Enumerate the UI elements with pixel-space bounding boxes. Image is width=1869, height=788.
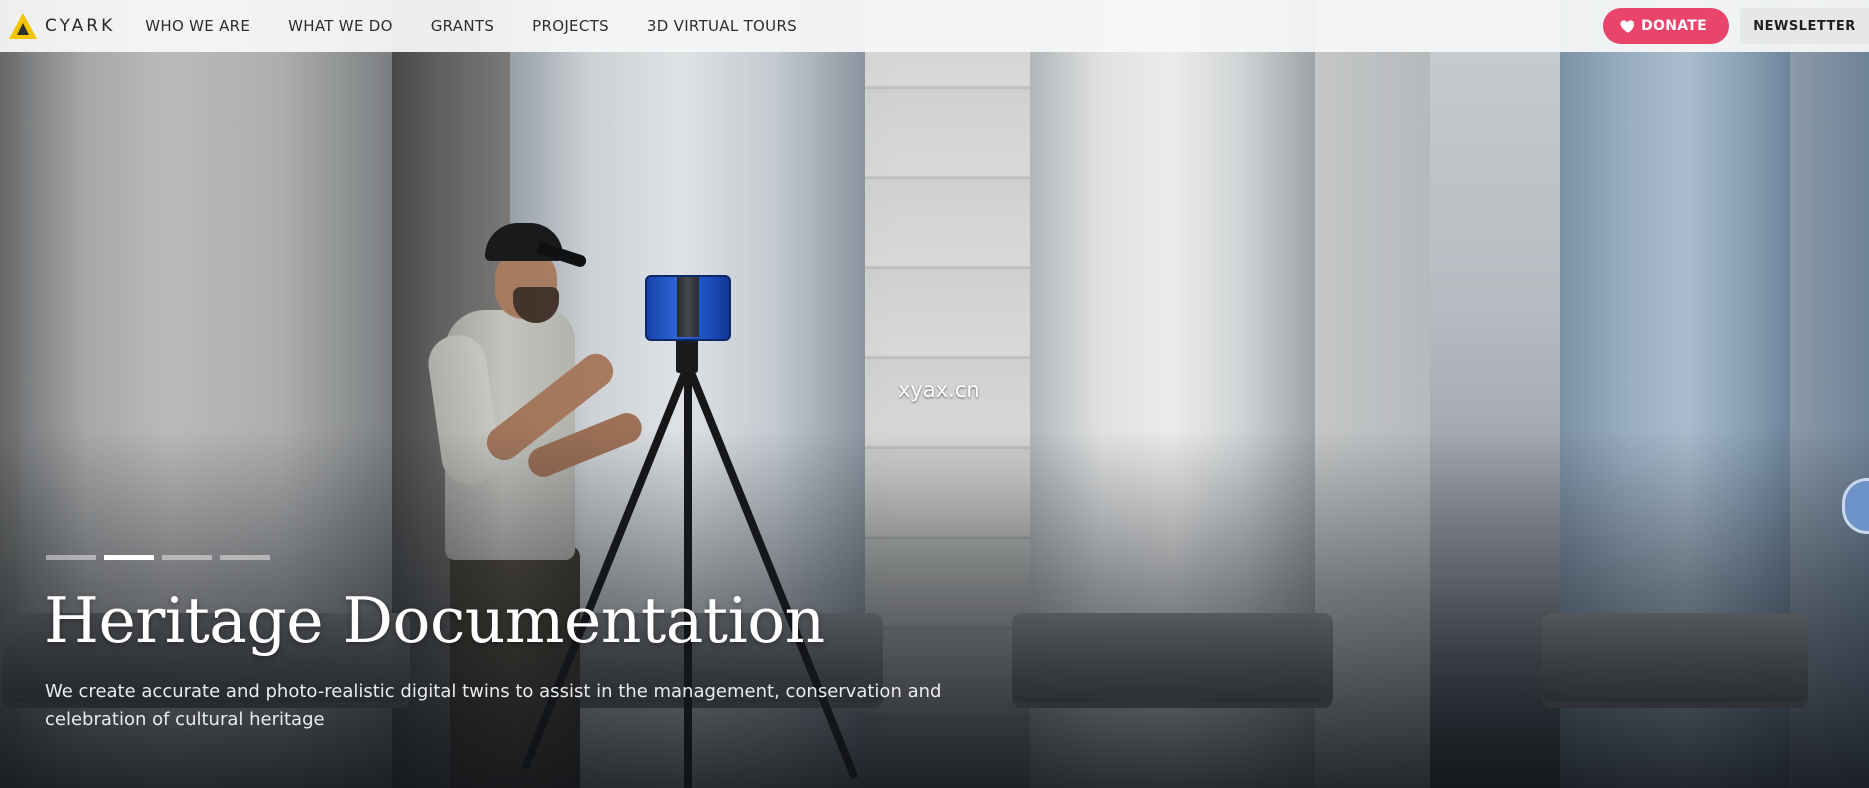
newsletter-button[interactable]: NEWSLETTER: [1740, 8, 1869, 44]
cyark-logo-icon: [9, 13, 37, 39]
heart-icon: [1620, 20, 1635, 33]
donate-button[interactable]: DONATE: [1603, 8, 1729, 44]
main-nav: WHO WE ARE WHAT WE DO GRANTS PROJECTS 3D…: [145, 17, 835, 35]
slide-indicator-4[interactable]: [220, 555, 270, 560]
hero-description: We create accurate and photo-realistic d…: [45, 681, 942, 730]
slide-indicator-2[interactable]: [104, 555, 154, 560]
header-actions: DONATE NEWSLETTER: [1603, 0, 1869, 52]
slide-indicators: [46, 555, 270, 560]
nav-who-we-are[interactable]: WHO WE ARE: [145, 17, 250, 35]
nav-3d-virtual-tours[interactable]: 3D VIRTUAL TOURS: [647, 17, 797, 35]
watermark: xyax.cn: [898, 378, 980, 402]
nav-what-we-do[interactable]: WHAT WE DO: [288, 17, 393, 35]
nav-projects[interactable]: PROJECTS: [532, 17, 609, 35]
slide-indicator-1[interactable]: [46, 555, 96, 560]
logo-text: CYARK: [45, 16, 116, 36]
donate-label: DONATE: [1641, 18, 1707, 34]
nav-grants[interactable]: GRANTS: [431, 17, 494, 35]
hero-title: Heritage Documentation: [44, 584, 825, 657]
logo[interactable]: CYARK: [9, 0, 115, 52]
page: CYARK WHO WE ARE WHAT WE DO GRANTS PROJE…: [0, 0, 1869, 788]
slide-indicator-3[interactable]: [162, 555, 212, 560]
site-header: CYARK WHO WE ARE WHAT WE DO GRANTS PROJE…: [0, 0, 1869, 52]
